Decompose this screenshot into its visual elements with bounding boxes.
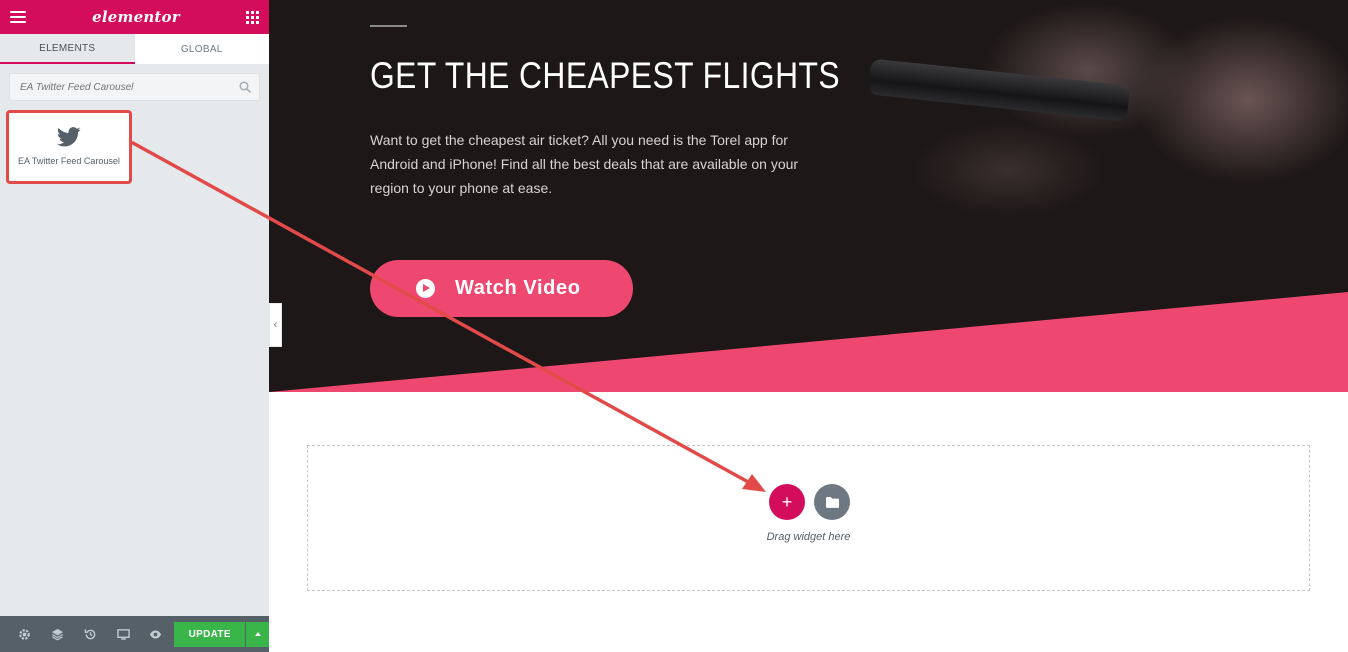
preview-canvas: GET THE CHEAPEST FLIGHTS Want to get the… <box>269 0 1348 652</box>
sidebar-footer: UPDATE <box>0 616 269 652</box>
layers-icon[interactable] <box>41 616 74 652</box>
preview-icon[interactable] <box>140 616 173 652</box>
folder-icon <box>825 496 839 508</box>
empty-section-dropzone[interactable]: + Drag widget here <box>307 445 1310 591</box>
settings-icon[interactable] <box>8 616 41 652</box>
widget-label: EA Twitter Feed Carousel <box>18 156 120 166</box>
hero-divider-line <box>370 25 407 27</box>
tab-global[interactable]: GLOBAL <box>135 34 270 64</box>
update-button[interactable]: UPDATE <box>174 621 246 647</box>
add-template-button[interactable] <box>814 484 850 520</box>
elementor-editor: elementor ELEMENTS GLOBAL EA Twitter Fee <box>0 0 1348 652</box>
search-wrapper <box>0 64 269 110</box>
panel-tabs: ELEMENTS GLOBAL <box>0 34 269 64</box>
responsive-icon[interactable] <box>107 616 140 652</box>
plus-icon: + <box>781 492 793 512</box>
chevron-left-icon: ‹ <box>273 319 278 331</box>
widgets-grid-icon[interactable] <box>246 10 259 24</box>
search-icon[interactable] <box>239 81 251 93</box>
watch-video-label: Watch Video <box>455 277 581 299</box>
search-input[interactable] <box>10 74 259 100</box>
watch-video-button[interactable]: Watch Video <box>370 260 633 317</box>
collapse-sidebar-button[interactable]: ‹ <box>269 303 282 347</box>
history-icon[interactable] <box>74 616 107 652</box>
sidebar-header: elementor <box>0 0 269 34</box>
twitter-icon <box>57 127 81 147</box>
hero-description: Want to get the cheapest air ticket? All… <box>370 132 799 196</box>
search-box <box>9 73 260 101</box>
elementor-logo: elementor <box>92 8 180 26</box>
menu-icon[interactable] <box>10 11 26 23</box>
update-options-button[interactable] <box>246 621 269 647</box>
hero-section[interactable]: GET THE CHEAPEST FLIGHTS Want to get the… <box>269 0 1348 392</box>
tab-elements[interactable]: ELEMENTS <box>0 34 135 64</box>
hero-heading: GET THE CHEAPEST FLIGHTS <box>370 55 841 96</box>
editor-sidebar: elementor ELEMENTS GLOBAL EA Twitter Fee <box>0 0 269 652</box>
play-icon <box>416 279 435 298</box>
add-section-button[interactable]: + <box>769 484 805 520</box>
caret-up-icon <box>254 632 261 636</box>
widget-ea-twitter-feed-carousel[interactable]: EA Twitter Feed Carousel <box>6 110 132 184</box>
drag-widget-hint: Drag widget here <box>766 531 851 543</box>
